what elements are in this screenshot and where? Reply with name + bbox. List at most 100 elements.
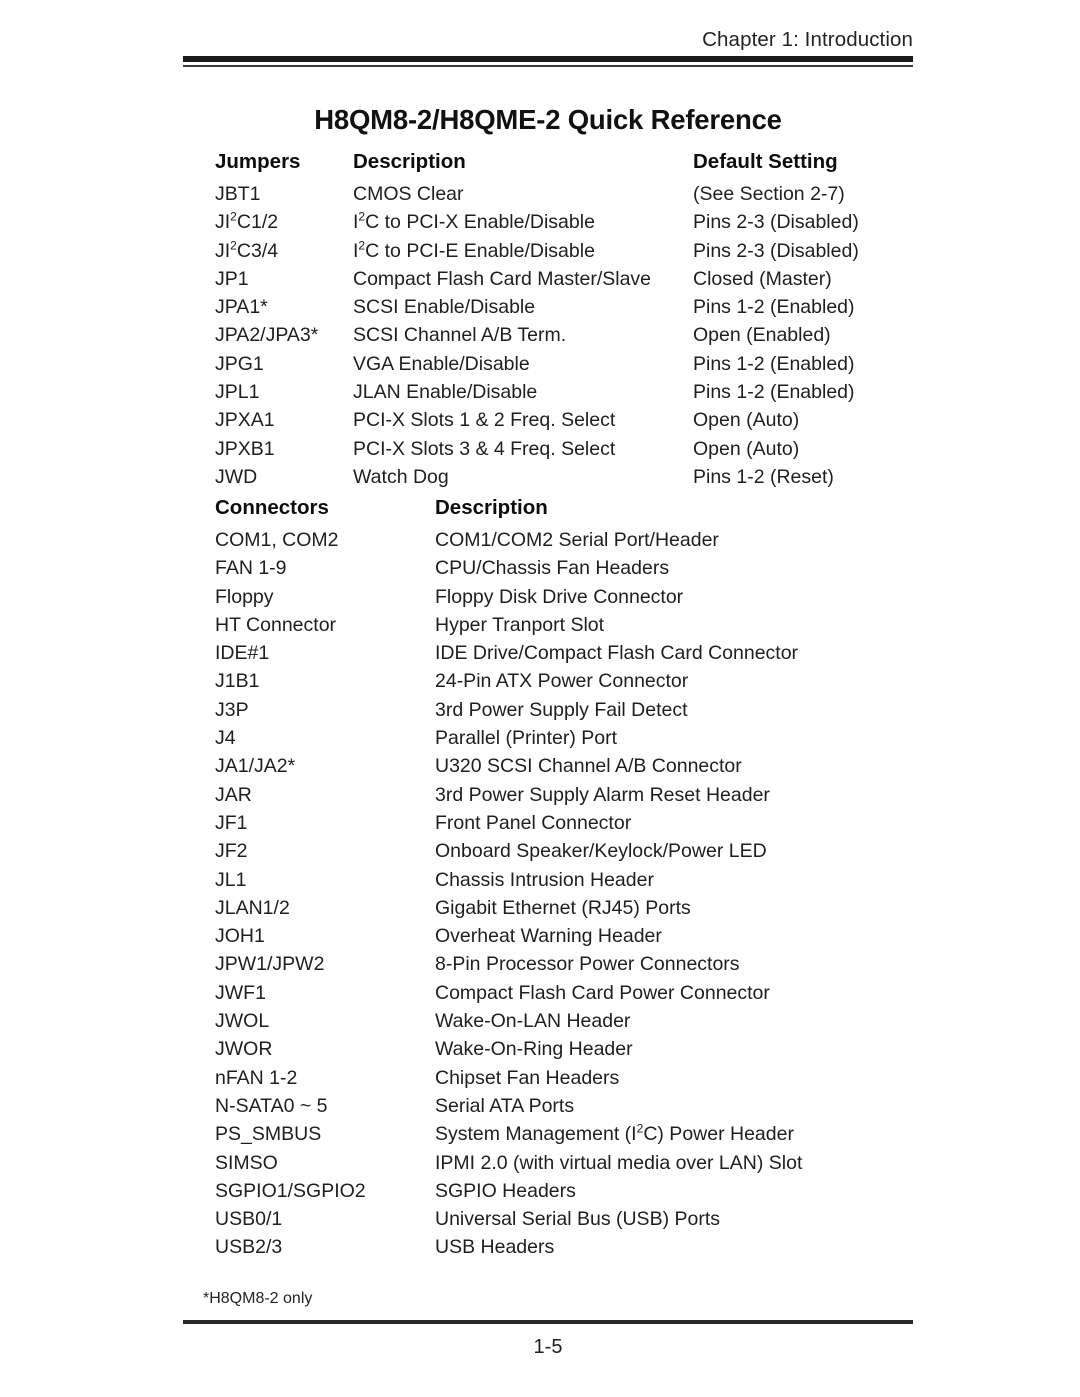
table-cell-connector: JOH1 (215, 925, 265, 948)
table-cell-jumper: JI2C1/2 (215, 209, 279, 234)
table-cell-connector: N-SATA0 ~ 5 (215, 1094, 328, 1117)
table-cell-description: SCSI Enable/Disable (353, 296, 536, 319)
table-cell-jumper: JPG1 (215, 352, 264, 375)
table-cell-connector: USB0/1 (215, 1208, 283, 1231)
table-cell-description: 24-Pin ATX Power Connector (435, 670, 689, 693)
table-cell-description: Parallel (Printer) Port (435, 727, 618, 750)
table-cell-description: USB Headers (435, 1236, 555, 1259)
table-cell-jumper: JP1 (215, 267, 249, 290)
table-cell-connector: JWF1 (215, 981, 266, 1004)
table-cell-connector: FAN 1-9 (215, 557, 287, 580)
table-row: JPA1* SCSI Enable/Disable Pins 1-2 (Enable… (0, 295, 1080, 323)
table-cell-connector: J4 (215, 727, 236, 750)
table-row: JWD Watch Dog Pins 1-2 (Reset) (0, 465, 1080, 493)
table-cell-description: COM1/COM2 Serial Port/Header (435, 529, 719, 551)
table-cell-description: 8-Pin Processor Power Connectors (435, 953, 740, 976)
jumpers-table: Jumpers Description Default Setting JBT1… (0, 150, 1080, 493)
table-row: JI2C1/2 I2C to PCI-X Enable/Disable Pins 2… (0, 210, 1080, 238)
table-cell-description: Universal Serial Bus (USB) Ports (435, 1208, 720, 1231)
table-cell-jumper: JPXB1 (215, 437, 275, 460)
table-cell-description: IPMI 2.0 (with virtual media over LAN) S… (435, 1151, 803, 1174)
table-cell-description: Wake-On-Ring Header (435, 1038, 633, 1061)
table-row: JWF1 Compact Flash Card Power Connector (0, 981, 1080, 1009)
table-row: J4 Parallel (Printer) Port (0, 726, 1080, 754)
table-row: PS_SMBUS System Management (I2C) Power He… (0, 1122, 1080, 1150)
table-cell-description: System Management (I2C) Power Header (435, 1121, 794, 1146)
table-row: JPA2/JPA3* SCSI Channel A/B Term. Open (En… (0, 323, 1080, 351)
table-cell-connector: JWOR (215, 1038, 273, 1061)
table-cell-description: SGPIO Headers (435, 1179, 576, 1202)
table-cell-description: Gigabit Ethernet (RJ45) Ports (435, 896, 691, 919)
table-cell-connector: IDE#1 (215, 642, 270, 665)
footer-rule (183, 1320, 913, 1324)
connectors-header-description: Description (435, 496, 548, 519)
table-row: IDE#1 IDE Drive/Compact Flash Card Connec… (0, 641, 1080, 669)
connectors-table-body: COM1, COM2 COM1/COM2 Serial Port/Header FA… (0, 528, 1080, 1264)
table-cell-default: Pins 1-2 (Enabled) (693, 296, 855, 319)
table-cell-connector: JWOL (215, 1010, 270, 1033)
table-cell-default: Open (Enabled) (693, 324, 831, 347)
table-cell-connector: nFAN 1-2 (215, 1066, 298, 1089)
table-cell-jumper: JWD (215, 465, 258, 488)
table-row: JPXA1 PCI-X Slots 1 & 2 Freq. Select Open … (0, 408, 1080, 436)
table-cell-description: U320 SCSI Channel A/B Connector (435, 755, 742, 778)
connectors-table: Connectors Description COM1, COM2 COM1/CO… (0, 496, 1080, 1264)
connectors-table-header-row: Connectors Description (0, 496, 1080, 528)
jumpers-table-body: JBT1 CMOS Clear (See Section 2-7) JI2C1/2 I2… (0, 182, 1080, 493)
jumpers-header-default-setting: Default Setting (693, 150, 838, 173)
table-row: FAN 1-9 CPU/Chassis Fan Headers (0, 556, 1080, 584)
table-row: SGPIO1/SGPIO2 SGPIO Headers (0, 1179, 1080, 1207)
table-cell-description: JLAN Enable/Disable (353, 381, 538, 404)
table-cell-connector: JF2 (215, 840, 248, 863)
table-cell-description: VGA Enable/Disable (353, 352, 530, 375)
table-cell-description: Chipset Fan Headers (435, 1066, 620, 1089)
table-row: JWOL Wake-On-LAN Header (0, 1009, 1080, 1037)
table-cell-description: Wake-On-LAN Header (435, 1010, 631, 1033)
table-cell-description: Floppy Disk Drive Connector (435, 585, 684, 608)
table-cell-default: Pins 2-3 (Disabled) (693, 239, 859, 262)
page-number: 1-5 (533, 1336, 563, 1358)
table-cell-description: Compact Flash Card Power Connector (435, 981, 770, 1004)
table-cell-connector: PS_SMBUS (215, 1123, 322, 1146)
table-cell-connector: J3P (215, 698, 249, 721)
table-cell-description: I2C to PCI-X Enable/Disable (353, 209, 595, 234)
page-title: H8QM8-2/H8QME-2 Quick Reference (314, 104, 782, 136)
table-cell-description: Serial ATA Ports (435, 1094, 575, 1117)
table-cell-description: I2C to PCI-E Enable/Disable (353, 238, 595, 262)
jumpers-header-description: Description (353, 150, 466, 173)
table-cell-description: Overheat Warning Header (435, 925, 662, 948)
table-cell-description: Onboard Speaker/Keylock/Power LED (435, 840, 767, 863)
table-cell-connector: SGPIO1/SGPIO2 (215, 1179, 366, 1202)
table-row: JBT1 CMOS Clear (See Section 2-7) (0, 182, 1080, 210)
table-cell-description: IDE Drive/Compact Flash Card Connector (435, 642, 799, 665)
table-cell-connector: HT Connector (215, 613, 337, 636)
table-cell-connector: J1B1 (215, 670, 260, 693)
table-cell-default: Pins 1-2 (Enabled) (693, 352, 855, 375)
table-row: JPG1 VGA Enable/Disable Pins 1-2 (Enabled) (0, 352, 1080, 380)
table-cell-default: Pins 1-2 (Enabled) (693, 381, 855, 404)
table-cell-connector: JL1 (215, 868, 247, 891)
table-row: JLAN1/2 Gigabit Ethernet (RJ45) Ports (0, 896, 1080, 924)
table-row: N-SATA0 ~ 5 Serial ATA Ports (0, 1094, 1080, 1122)
header-double-rule (183, 56, 913, 67)
table-row: JI2C3/4 I2C to PCI-E Enable/Disable Pins 2… (0, 239, 1080, 267)
table-row: JPW1/JPW2 8-Pin Processor Power Connector… (0, 952, 1080, 980)
table-cell-description: PCI-X Slots 1 & 2 Freq. Select (353, 409, 616, 432)
jumpers-table-header-row: Jumpers Description Default Setting (0, 150, 1080, 182)
table-cell-connector: JLAN1/2 (215, 896, 290, 919)
table-cell-connector: JPW1/JPW2 (215, 953, 325, 976)
table-cell-default: Open (Auto) (693, 437, 800, 460)
table-row: J3P 3rd Power Supply Fail Detect (0, 698, 1080, 726)
table-cell-default: Open (Auto) (693, 409, 800, 432)
jumpers-header-jumpers: Jumpers (215, 150, 301, 173)
header-rule-thin (183, 65, 913, 67)
table-cell-description: Compact Flash Card Master/Slave (353, 267, 652, 290)
table-row: USB2/3 USB Headers (0, 1235, 1080, 1263)
table-cell-jumper: JPL1 (215, 381, 260, 404)
table-row: nFAN 1-2 Chipset Fan Headers (0, 1066, 1080, 1094)
table-cell-connector: JA1/JA2* (215, 755, 296, 778)
table-cell-connector: Floppy (215, 585, 274, 608)
connectors-header-connectors: Connectors (215, 496, 329, 519)
table-cell-connector: USB2/3 (215, 1236, 283, 1259)
running-header: Chapter 1: Introduction (702, 28, 913, 51)
